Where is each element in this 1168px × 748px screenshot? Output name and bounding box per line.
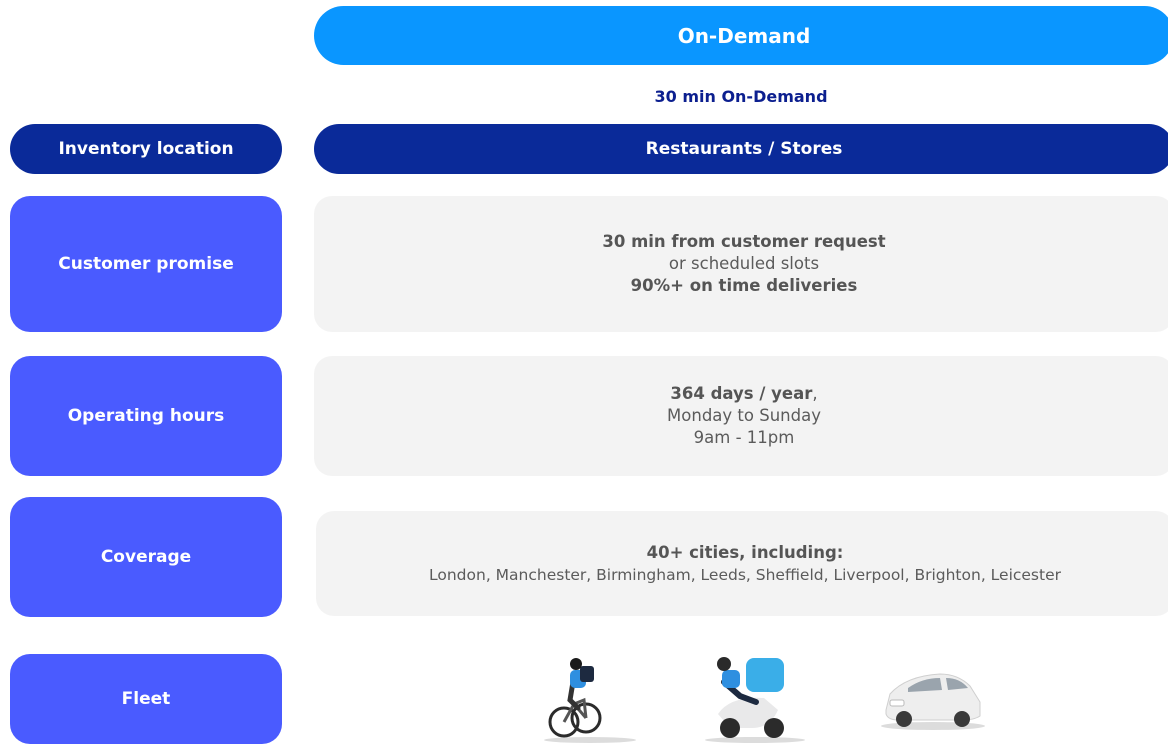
hours-line-1: 364 days / year, — [670, 383, 817, 405]
hours-comma: , — [812, 384, 818, 403]
hours-line-3: 9am - 11pm — [693, 428, 795, 447]
coverage-line-1: 40+ cities, including: — [646, 542, 844, 562]
coverage-cities: London, Manchester, Birmingham, Leeds, S… — [429, 565, 1061, 584]
promise-line-2: or scheduled slots — [668, 254, 820, 273]
customer-promise-box: 30 min from customer request or schedule… — [314, 196, 1168, 332]
scooter-rider-icon — [700, 652, 810, 746]
inventory-location-value: Restaurants / Stores — [314, 124, 1168, 174]
promise-line-1: 30 min from customer request — [602, 232, 886, 251]
fleet-label: Fleet — [10, 654, 282, 744]
hours-line-2: Monday to Sunday — [667, 406, 821, 425]
bicycle-rider-icon — [540, 652, 640, 746]
on-demand-header: On-Demand — [314, 6, 1168, 65]
operating-hours-label: Operating hours — [10, 356, 282, 476]
promise-line-3: 90%+ on time deliveries — [630, 276, 858, 295]
operating-hours-box: 364 days / year, Monday to Sunday 9am - … — [314, 356, 1168, 476]
coverage-box: 40+ cities, including: London, Mancheste… — [316, 511, 1168, 616]
hours-days: 364 days / year — [670, 384, 813, 403]
inventory-location-label: Inventory location — [10, 124, 282, 174]
car-icon — [878, 664, 988, 736]
service-subtitle: 30 min On-Demand — [654, 86, 828, 106]
coverage-label: Coverage — [10, 497, 282, 617]
customer-promise-label: Customer promise — [10, 196, 282, 332]
